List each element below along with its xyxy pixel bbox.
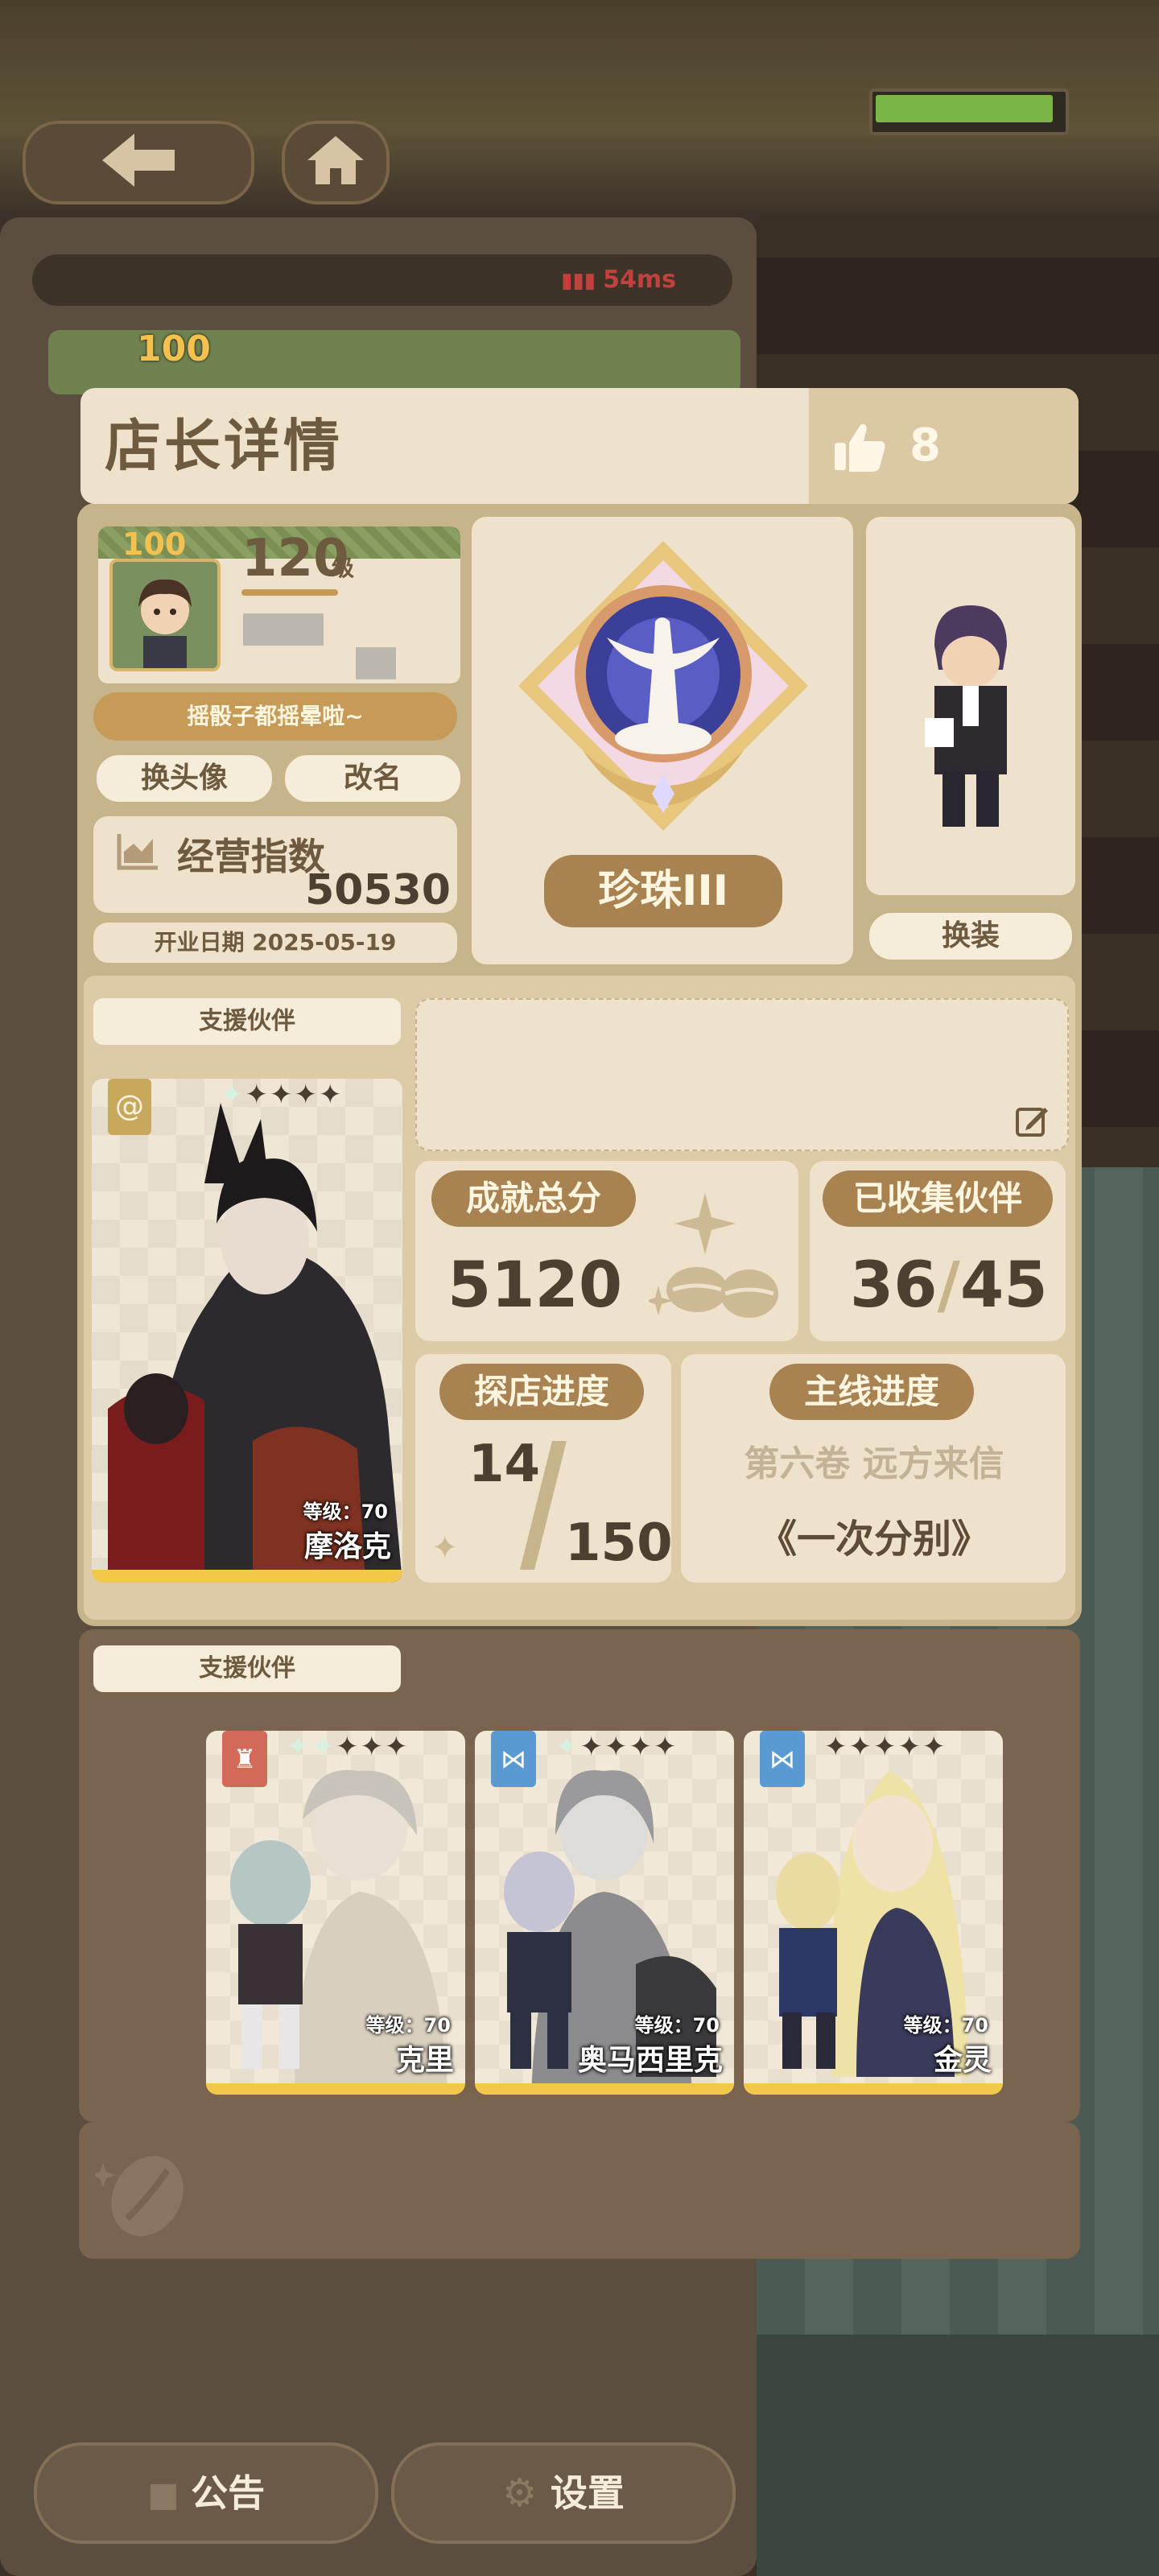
partner-name: 奥马西里克	[577, 2044, 723, 2077]
notice-button[interactable]: ■ 公告	[34, 2442, 378, 2544]
collected-partners-card: 已收集伙伴 36/45	[810, 1161, 1066, 1341]
partner-name: 金灵	[933, 2044, 992, 2077]
partner-star-rating: ✦✦✦✦✦	[824, 1731, 947, 1763]
collected-separator: /	[937, 1249, 961, 1322]
collected-total: 45	[960, 1249, 1048, 1322]
ping-readout: ▮▮▮ 54ms	[561, 254, 676, 307]
collected-current: 36	[850, 1249, 938, 1322]
partner-rarity-bar	[475, 2083, 734, 2095]
back-arrow-icon	[102, 134, 175, 187]
collected-label: 已收集伙伴	[823, 1170, 1053, 1227]
level-underline	[241, 589, 338, 596]
explore-label: 探店进度	[439, 1364, 644, 1420]
support-partner-card-3[interactable]: ⋈ ✦✦✦✦✦ 等级：70 金灵	[744, 1731, 1003, 2095]
opening-date: 开业日期 2025-05-19	[93, 923, 457, 963]
business-index-value: 50530	[305, 866, 451, 914]
player-card: 100 120 级	[95, 523, 464, 687]
rename-button[interactable]: 改名	[282, 752, 464, 805]
progress-bar	[869, 89, 1069, 135]
partner-level: 等级：70	[903, 2014, 988, 2037]
player-level-unit: 级	[332, 555, 355, 581]
partner-star-rating: ✦✦✦✦✦	[221, 1079, 344, 1111]
main-story-volume: 第六卷 远方来信	[744, 1443, 1004, 1484]
like-count: 8	[909, 419, 941, 472]
partner-star-rating: ✦✦✦✦✦	[555, 1731, 678, 1763]
player-avatar-icon	[113, 562, 217, 668]
edit-icon[interactable]	[1014, 1103, 1050, 1138]
home-icon	[307, 136, 364, 184]
page-title: 店长详情	[105, 413, 343, 479]
achievement-card: 成就总分 5120	[415, 1161, 798, 1341]
outfit-card	[866, 517, 1075, 895]
change-outfit-button[interactable]: 换装	[866, 910, 1075, 963]
partner-rarity-bar	[206, 2083, 465, 2095]
sparkle-icon: ✦	[431, 1530, 459, 1567]
support-partner-card-2[interactable]: ⋈ ✦✦✦✦✦ 等级：70 奥马西里克	[475, 1731, 734, 2095]
partner-rarity-bar	[92, 1570, 402, 1583]
partner-star-rating: ✦✦✦✦✦	[287, 1731, 410, 1763]
progress-fill	[876, 95, 1053, 122]
player-id-redacted	[356, 647, 396, 679]
avatar[interactable]	[109, 559, 221, 671]
rank-card: 珍珠III	[472, 517, 853, 964]
player-character-sprite-icon	[925, 605, 1007, 827]
pearl-rank-emblem-icon	[518, 541, 808, 831]
main-story-chapter: 《一次分别》	[757, 1517, 990, 1562]
shop-level-badge: 100	[137, 328, 211, 369]
gear-icon: ⚙	[502, 2471, 551, 2516]
tab-support-team[interactable]: 支援伙伴	[93, 1645, 401, 1692]
achievement-value: 5120	[448, 1249, 623, 1322]
back-button[interactable]	[23, 121, 254, 204]
avatar-badge: 100	[122, 526, 187, 562]
change-avatar-button[interactable]: 换头像	[93, 752, 275, 805]
signal-icon: ▮▮▮	[561, 269, 604, 293]
home-button[interactable]	[282, 121, 390, 204]
partner-rarity-bar	[744, 2083, 1003, 2095]
coffee-bean-placeholder-icon	[95, 2156, 184, 2236]
main-story-label: 主线进度	[769, 1364, 974, 1420]
chart-icon	[117, 834, 158, 870]
ping-value: 54ms	[603, 266, 676, 294]
settings-label: 设置	[550, 2471, 625, 2515]
main-support-partner-card[interactable]: @ ✦✦✦✦✦ 等级：70 摩洛克	[92, 1079, 402, 1583]
support-partner-card-1[interactable]: ♜ ✦✦✦✦✦ 等级：70 克里	[206, 1731, 465, 2095]
coffee-bean-sparkle-icon	[649, 1193, 778, 1318]
explore-progress-card: 探店进度 14 150 ✦	[415, 1354, 673, 1583]
business-index-card: 经营指数 50530	[93, 816, 457, 914]
partner-name: 摩洛克	[303, 1530, 391, 1563]
signature-banner[interactable]: 摇骰子都摇晕啦~	[93, 692, 457, 741]
partner-name: 克里	[395, 2044, 454, 2077]
player-name-redacted	[243, 613, 324, 646]
thumbs-up-icon	[835, 423, 885, 472]
explore-current: 14	[468, 1435, 541, 1494]
partner-level: 等级：70	[634, 2014, 720, 2037]
notice-label: 公告	[191, 2471, 266, 2515]
tab-support-partner[interactable]: 支援伙伴	[93, 998, 401, 1045]
explore-total: 150	[565, 1513, 673, 1573]
business-index-label: 经营指数	[177, 835, 325, 878]
empty-slot-card	[79, 2122, 1080, 2259]
partner-level: 等级：70	[365, 2014, 451, 2037]
achievement-label: 成就总分	[431, 1170, 636, 1227]
rank-name: 珍珠III	[544, 855, 782, 927]
like-button[interactable]: 8	[809, 388, 1079, 504]
background-floor-bottom	[757, 2334, 1159, 2576]
briefcase-icon: ■	[146, 2475, 192, 2514]
settings-button[interactable]: ⚙ 设置	[391, 2442, 736, 2544]
network-status-bar: ▮▮▮ 54ms	[32, 254, 732, 306]
main-story-card: 主线进度 第六卷 远方来信 《一次分别》	[681, 1354, 1066, 1583]
collected-value: 36/45	[850, 1249, 1048, 1322]
bio-textbox[interactable]	[415, 998, 1069, 1151]
partner-level: 等级：70	[303, 1501, 388, 1523]
